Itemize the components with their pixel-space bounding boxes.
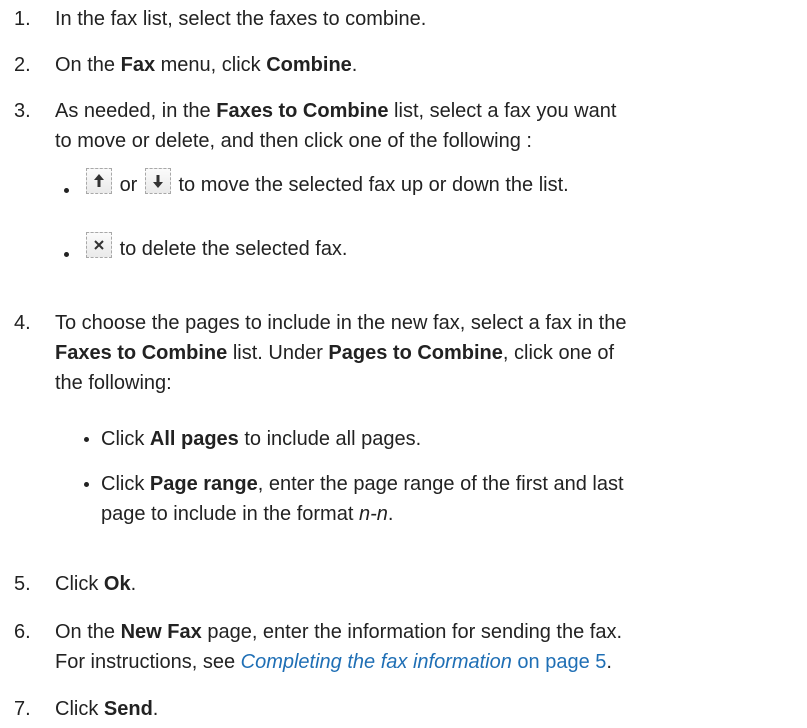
text-run: , click one of [502, 342, 615, 364]
list-name: Faxes to Combine [55, 342, 228, 364]
text-run: page, enter the information for sending … [201, 621, 623, 643]
bullet-dot [64, 252, 69, 257]
text-run: On the [55, 54, 121, 76]
text-run: Click [55, 573, 104, 595]
step-number: 2. [14, 54, 31, 76]
step-text: Click Ok. [55, 569, 805, 599]
step-number: 4. [14, 312, 31, 334]
move-down-button[interactable] [144, 168, 171, 194]
step-text: On the New Fax page, enter the informati… [55, 617, 805, 677]
text-run: As needed, in the [55, 100, 217, 122]
text-run: . [606, 651, 612, 673]
text-run: list. Under [227, 342, 329, 364]
text-run: to move the selected fax up or down the … [178, 174, 569, 196]
step-text: As needed, in the Faxes to Combine list,… [55, 96, 805, 156]
bullet-dot [84, 482, 89, 487]
format-example: n-n [358, 503, 388, 525]
step-number: 1. [14, 8, 31, 30]
text-run: For instructions, see [55, 651, 241, 673]
step-number: 7. [14, 698, 31, 720]
document-page: 1. In the fax list, select the faxes to … [0, 0, 807, 728]
step-number: 3. [14, 100, 31, 122]
text-run: the following: [55, 372, 172, 394]
link-text[interactable]: Completing the fax information [241, 651, 512, 673]
option-name: Page range [149, 473, 258, 495]
button-name: Send [103, 698, 153, 720]
bullet-text: Click Page range, enter the page range o… [101, 469, 624, 529]
section-name: Pages to Combine [328, 342, 503, 364]
arrow-down-icon [152, 175, 163, 188]
text-run: page to include in the format [101, 503, 359, 525]
menu-name: Fax [120, 54, 156, 76]
bullet-text: or to move the selected fax up or down t… [84, 168, 569, 200]
text-run: . [351, 54, 358, 76]
text-run: to move or delete, and then click one of… [55, 130, 532, 152]
step-text: Click Send. [55, 694, 805, 724]
bullet-dot [64, 188, 69, 193]
close-icon [94, 240, 104, 250]
button-name: Ok [103, 573, 131, 595]
bullet-text: to delete the selected fax. [84, 232, 348, 264]
text-run: Click [101, 473, 150, 495]
text-run: . [130, 573, 137, 595]
text-run: to delete the selected fax. [119, 238, 348, 260]
command-name: Combine [266, 54, 352, 76]
delete-button[interactable] [86, 232, 112, 258]
text-run: to include all pages. [238, 428, 422, 450]
step-text: In the fax list, select the faxes to com… [55, 8, 427, 30]
text-run: . [152, 698, 159, 720]
move-up-button[interactable] [86, 168, 112, 194]
bullet-dot [84, 437, 89, 442]
text-run: On the [55, 621, 121, 643]
text-run: Click [55, 698, 104, 720]
step-text: On the Fax menu, click Combine. [55, 50, 805, 80]
step-number: 6. [14, 621, 31, 643]
step-number: 5. [14, 573, 31, 595]
page-name: New Fax [120, 621, 202, 643]
option-name: All pages [149, 428, 239, 450]
arrow-up-icon [94, 174, 104, 187]
step-text: To choose the pages to include in the ne… [55, 308, 805, 398]
link-page-ref[interactable]: on page 5 [512, 651, 606, 673]
text-run: , enter the page range of the first and … [257, 473, 624, 495]
bullet-text: Click All pages to include all pages. [101, 424, 421, 454]
text-run: . [387, 503, 394, 525]
completing-fax-info-link[interactable]: Completing the fax information on page 5 [241, 651, 607, 673]
text-run: or [119, 174, 138, 196]
text-run: menu, click [155, 54, 267, 76]
text-run: list, select a fax you want [388, 100, 617, 122]
text-run: Click [101, 428, 150, 450]
list-name: Faxes to Combine [216, 100, 389, 122]
text-run: To choose the pages to include in the ne… [55, 312, 627, 334]
